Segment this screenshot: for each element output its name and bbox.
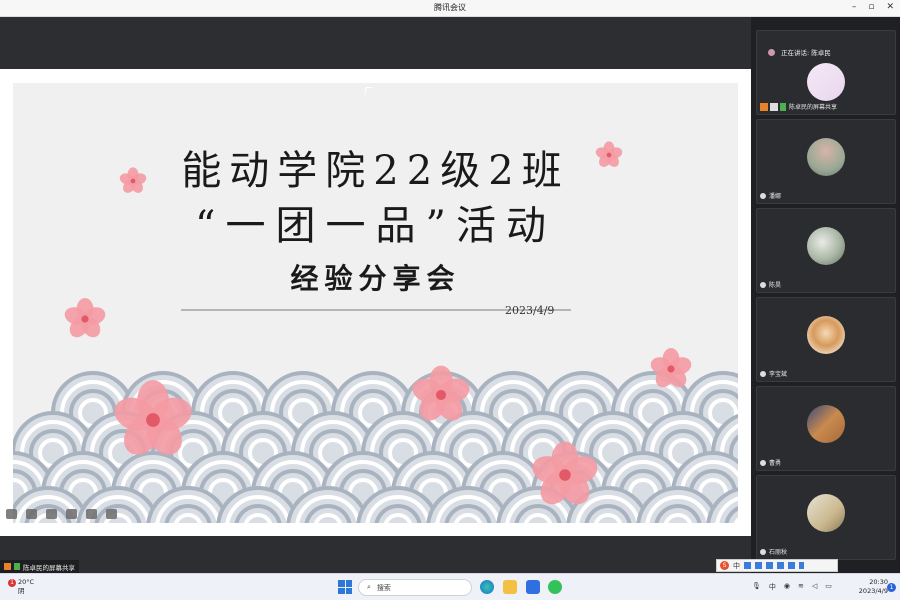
shared-screen-area: 能动学院22级2班 “一团一品”活动 经验分享会 2023/4/9 (0, 17, 751, 573)
notification-badge[interactable]: 1 (887, 583, 896, 592)
search-icon: ⌕ (367, 583, 371, 591)
participant-tile[interactable]: 陈昊 (756, 208, 896, 293)
participant-name: 陈卓民的屏幕共享 (789, 104, 838, 111)
pen-icon[interactable] (26, 509, 37, 519)
ime-toolbar[interactable]: S 中 (716, 559, 838, 572)
mic-icon (760, 460, 766, 466)
system-tray: 🎙 中 ◉ ≋ ◁ ▭ (752, 582, 832, 592)
avatar (807, 138, 845, 176)
share-icon (4, 563, 11, 570)
weather-temp: 20°C (18, 578, 35, 586)
clock-time: 20:30 (869, 578, 888, 586)
battery-icon[interactable]: ▭ (825, 582, 832, 592)
sogou-logo-icon: S (720, 561, 729, 570)
mic-icon (760, 193, 766, 199)
mic-icon (760, 549, 766, 555)
maximize-button[interactable]: ▫ (868, 2, 874, 12)
tencent-meeting-icon[interactable] (526, 580, 540, 594)
slide-date: 2023/4/9 (505, 304, 555, 317)
speaker-avatar-icon (768, 48, 775, 56)
search-placeholder: 搜索 (376, 583, 391, 592)
participant-tile-sharer[interactable]: 正在讲话: 陈卓民 陈卓民的屏幕共享 (756, 30, 896, 115)
weather-desc: 阴 (18, 587, 25, 595)
windows-taskbar: 1 20°C 阴 ⌕ 搜索 🎙 中 ◉ ≋ ◁ ▭ 20:30 2023/4/9 … (0, 573, 900, 600)
avatar (807, 316, 845, 354)
avatar (807, 405, 845, 443)
wifi-icon[interactable]: ≋ (798, 582, 804, 592)
window-titlebar: 腾讯会议 – ▫ ✕ (0, 0, 900, 17)
share-label-text: 陈卓民的屏幕共享 (23, 563, 75, 572)
weather-widget[interactable]: 1 20°C 阴 (8, 578, 34, 596)
participant-tile[interactable]: 石丽秋 (756, 475, 896, 560)
avatar (807, 494, 845, 532)
participant-tile[interactable]: 潘娜 (756, 119, 896, 204)
participant-name: 陈昊 (769, 282, 782, 289)
wechat-icon[interactable] (548, 580, 562, 594)
edge-browser-icon[interactable] (480, 580, 494, 594)
screen-share-label: 陈卓民的屏幕共享 (0, 560, 79, 573)
mic-icon[interactable]: 🎙 (752, 582, 761, 592)
ime-icon[interactable]: 中 (769, 582, 776, 592)
mic-icon (760, 371, 766, 377)
clock[interactable]: 20:30 2023/4/9 (859, 578, 888, 596)
participant-name: 石丽秋 (769, 549, 788, 556)
participant-name: 潘娜 (769, 193, 782, 200)
weather-badge: 1 (8, 579, 16, 587)
ime-tool-icons[interactable] (744, 562, 804, 569)
prev-icon[interactable] (6, 509, 17, 519)
participant-tile[interactable]: 曹勇 (756, 386, 896, 471)
cherry-blossom-icon (64, 298, 106, 338)
clock-date: 2023/4/9 (858, 587, 888, 595)
start-button[interactable] (338, 580, 352, 594)
avatar (807, 227, 845, 265)
slide-title-line1: 能动学院22级2班 (181, 148, 570, 194)
window-title: 腾讯会议 (434, 3, 466, 12)
file-explorer-icon[interactable] (503, 580, 517, 594)
mic-active-icon (14, 563, 20, 570)
ime-mode[interactable]: 中 (733, 561, 740, 571)
close-button[interactable]: ✕ (886, 2, 894, 12)
screenshot-icon[interactable] (46, 509, 57, 519)
share-status-icons (760, 103, 786, 111)
volume-icon[interactable]: ◁ (812, 582, 817, 592)
annotation-toolbar (0, 507, 117, 521)
app-tray-icon[interactable]: ◉ (784, 582, 790, 592)
speaking-indicator: 正在讲话: 陈卓民 (781, 49, 831, 57)
participants-sidebar: 正在讲话: 陈卓民 陈卓民的屏幕共享 潘娜 陈昊 李宝斌 曹勇 石丽秋 (751, 17, 900, 573)
minimize-button[interactable]: – (852, 2, 857, 12)
participant-name: 曹勇 (769, 460, 782, 467)
slide-title-line2: “一团一品”活动 (195, 203, 556, 249)
participant-name: 李宝斌 (769, 371, 788, 378)
taskbar-search[interactable]: ⌕ 搜索 (358, 579, 472, 596)
slide-subtitle: 经验分享会 (290, 262, 461, 295)
comment-icon[interactable] (86, 509, 97, 519)
presentation-slide: 能动学院22级2班 “一团一品”活动 经验分享会 2023/4/9 (13, 83, 738, 523)
participant-tile[interactable]: 李宝斌 (756, 297, 896, 382)
camera-icon[interactable] (66, 509, 77, 519)
avatar (807, 63, 845, 101)
more-icon[interactable] (106, 509, 117, 519)
mic-icon (760, 282, 766, 288)
